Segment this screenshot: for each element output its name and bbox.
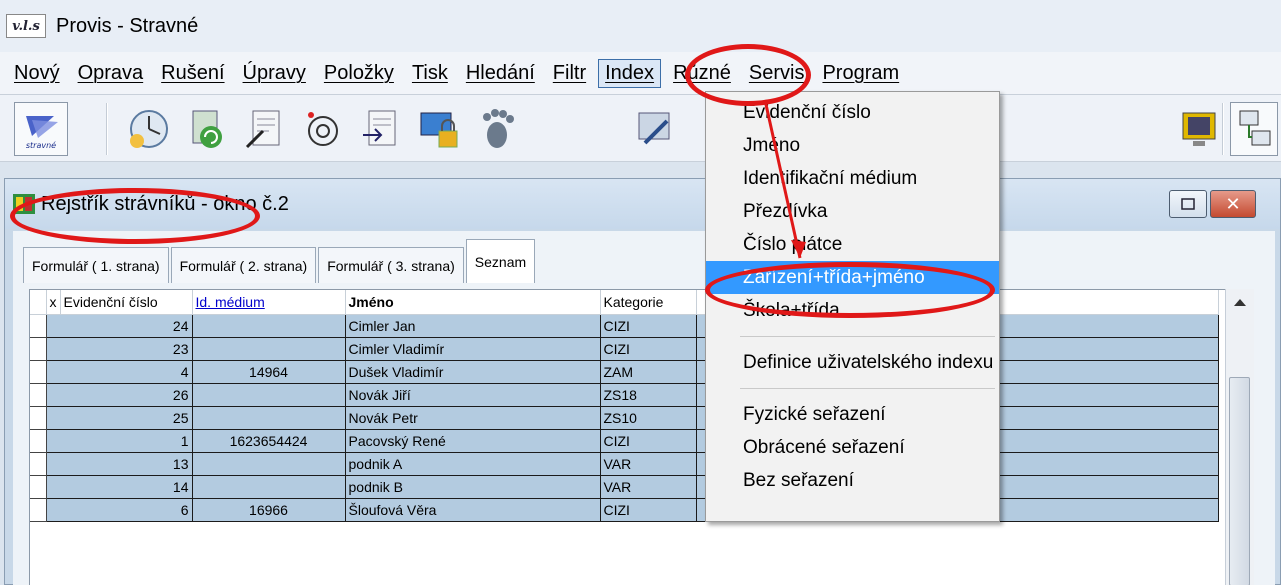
annotation-arrow-icon — [763, 99, 806, 259]
